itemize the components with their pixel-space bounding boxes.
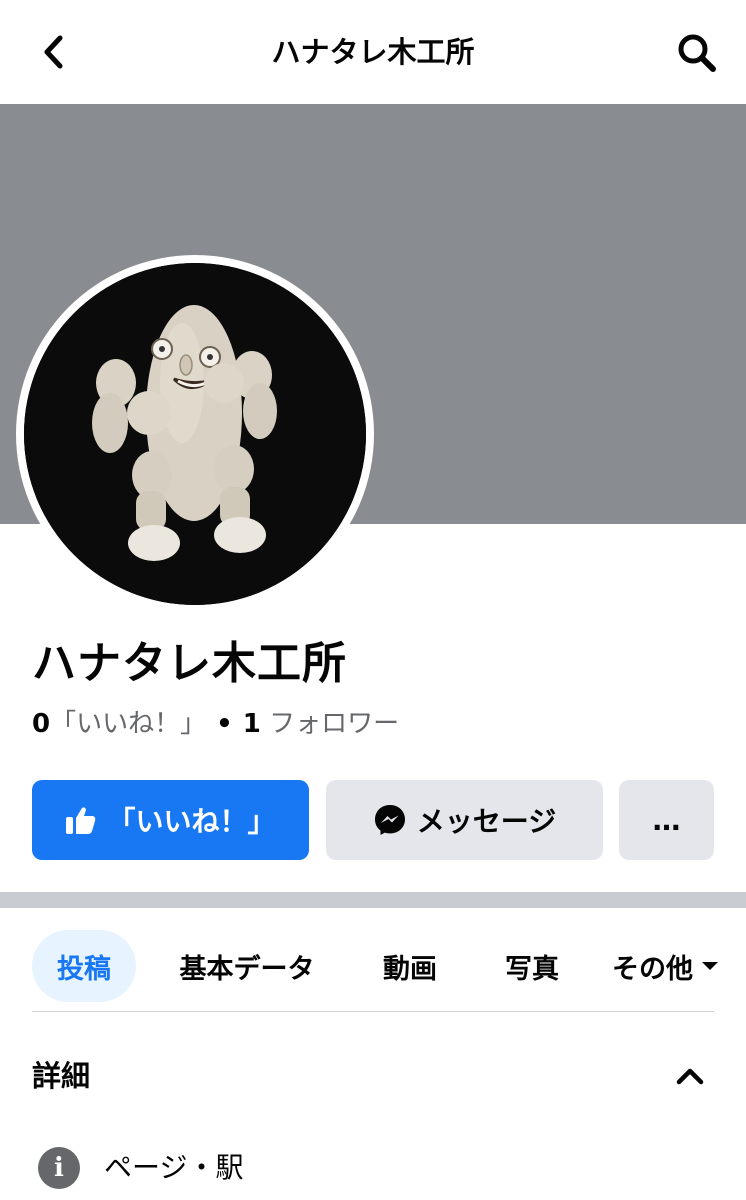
collapse-button[interactable] <box>670 1054 710 1098</box>
category-row: i ページ・駅 <box>38 1146 243 1190</box>
caret-down-icon <box>702 962 718 970</box>
profile-tabs: 投稿 基本データ 動画 写真 その他 <box>0 908 746 1012</box>
tab-label: その他 <box>612 953 693 985</box>
thumbs-up-icon <box>65 805 97 835</box>
tab-label: 投稿 <box>57 953 111 985</box>
tab-label: 動画 <box>383 953 437 985</box>
search-icon <box>678 34 716 72</box>
top-app-bar: ハナタレ木工所 <box>0 0 746 104</box>
stats-separator: • <box>216 709 233 739</box>
tab-photos[interactable]: 写真 <box>490 930 574 1002</box>
search-button[interactable] <box>670 26 724 80</box>
profile-stats[interactable]: 0「いいね！」 • 1 フォロワー <box>32 704 399 744</box>
category-text: ページ・駅 <box>104 1151 244 1184</box>
like-button-label: 「いいね！」 <box>107 805 276 838</box>
tab-videos[interactable]: 動画 <box>368 930 452 1002</box>
section-divider <box>0 892 746 908</box>
page-title: ハナタレ木工所 <box>271 35 475 69</box>
followers-label: フォロワー <box>269 709 400 739</box>
likes-count: 0 <box>32 709 51 739</box>
likes-label: 「いいね！」 <box>50 709 207 739</box>
profile-avatar[interactable] <box>16 255 374 613</box>
messenger-icon <box>373 803 407 837</box>
tab-posts[interactable]: 投稿 <box>32 930 136 1002</box>
tab-label: 基本データ <box>179 953 315 985</box>
more-options-button[interactable]: … <box>619 780 714 860</box>
profile-name: ハナタレ木工所 <box>32 638 347 689</box>
info-icon: i <box>38 1147 80 1189</box>
tab-label: 写真 <box>505 953 559 985</box>
more-icon: … <box>652 803 681 837</box>
like-button[interactable]: 「いいね！」 <box>32 780 309 860</box>
tabs-divider <box>32 1011 714 1012</box>
wooden-figure-image <box>24 263 366 605</box>
followers-count: 1 <box>242 709 261 739</box>
tab-about[interactable]: 基本データ <box>164 930 330 1002</box>
message-button-label: メッセージ <box>416 805 557 838</box>
message-button[interactable]: メッセージ <box>326 780 603 860</box>
chevron-up-icon <box>676 1068 704 1085</box>
tab-more[interactable]: その他 <box>612 930 746 1002</box>
details-heading: 詳細 <box>32 1059 91 1093</box>
